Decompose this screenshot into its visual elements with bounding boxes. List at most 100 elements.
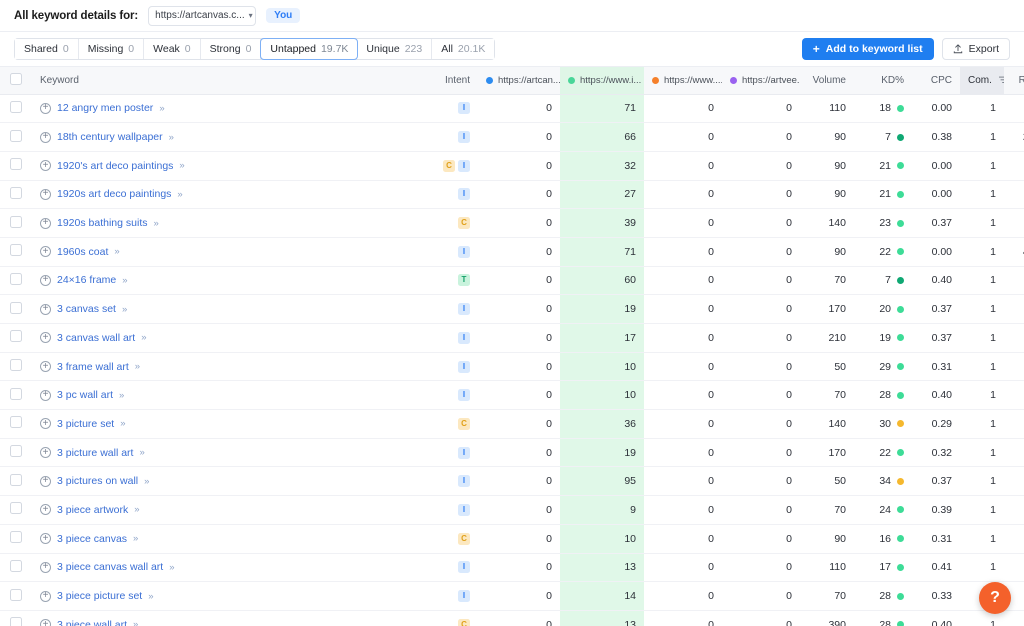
table-row[interactable]: 3 pc wall art » I 0 10 0 0 70 28 0.40 1 383M — [0, 380, 1024, 410]
add-keyword-icon[interactable] — [40, 533, 51, 545]
column-header-keyword[interactable]: Keyword — [32, 67, 416, 95]
intent-badge-i[interactable]: I — [458, 561, 470, 574]
row-select-cell[interactable] — [0, 295, 32, 324]
domain-select[interactable]: https://artcanvas.c... ▾ — [148, 5, 257, 26]
table-row[interactable]: 3 picture wall art » I 0 19 0 0 170 22 0.32 1 1.9B — [0, 438, 1024, 467]
keyword-link[interactable]: 3 piece canvas wall art — [57, 561, 163, 573]
intent-badge-c[interactable]: C — [458, 217, 470, 230]
column-header-intent[interactable]: Intent — [416, 67, 478, 95]
column-header-domain-3[interactable]: https://www.... — [644, 67, 722, 95]
add-keyword-icon[interactable] — [40, 361, 51, 373]
table-row[interactable]: 3 pictures on wall » I 0 95 0 0 50 34 0.37 1 1.9B — [0, 466, 1024, 496]
add-keyword-icon[interactable] — [40, 102, 51, 114]
segment-filter-strong[interactable]: Strong 0 — [200, 39, 262, 59]
keyword-expand-icon[interactable]: » — [114, 246, 119, 257]
add-keyword-icon[interactable] — [40, 217, 51, 229]
intent-badge-i[interactable]: I — [458, 303, 470, 316]
row-select-cell[interactable] — [0, 610, 32, 626]
keyword-expand-icon[interactable]: » — [134, 504, 139, 515]
row-select-cell[interactable] — [0, 410, 32, 439]
segment-filter-all[interactable]: All 20.1K — [432, 39, 495, 59]
row-select-cell[interactable] — [0, 209, 32, 238]
keyword-link[interactable]: 1920s bathing suits — [57, 217, 147, 229]
intent-badge-i[interactable]: I — [458, 360, 470, 373]
keyword-link[interactable]: 3 pc wall art — [57, 389, 113, 401]
segment-filter-weak[interactable]: Weak 0 — [144, 39, 201, 59]
row-checkbox[interactable] — [10, 158, 22, 171]
intent-badge-i[interactable]: I — [458, 245, 470, 258]
row-checkbox[interactable] — [10, 330, 22, 343]
table-row[interactable]: 3 piece canvas » C 0 10 0 0 90 16 0.31 1 148M — [0, 524, 1024, 553]
row-checkbox[interactable] — [10, 445, 22, 458]
table-row[interactable]: 1960s coat » I 0 71 0 0 90 22 0.00 1 40.9M — [0, 237, 1024, 267]
segment-filter-missing[interactable]: Missing 0 — [78, 39, 145, 59]
keyword-link[interactable]: 3 canvas wall art — [57, 332, 135, 344]
row-select-cell[interactable] — [0, 266, 32, 295]
row-checkbox[interactable] — [10, 301, 22, 314]
add-keyword-icon[interactable] — [40, 447, 51, 459]
row-select-cell[interactable] — [0, 324, 32, 353]
add-keyword-icon[interactable] — [40, 504, 51, 516]
intent-badge-c[interactable]: C — [443, 159, 455, 172]
table-row[interactable]: 1920s art deco paintings » I 0 27 0 0 90 21 0.00 1… — [0, 180, 1024, 209]
row-select-cell[interactable] — [0, 94, 32, 123]
segment-filter-untapped[interactable]: Untapped 19.7K — [260, 38, 359, 60]
intent-badge-i[interactable]: I — [458, 102, 470, 115]
column-header-com[interactable]: Com. — [960, 67, 1004, 95]
table-row[interactable]: 3 canvas wall art » I 0 17 0 0 210 19 0.37 1 181M — [0, 323, 1024, 353]
row-select-cell[interactable] — [0, 438, 32, 467]
intent-badge-i[interactable]: I — [458, 503, 470, 516]
keyword-expand-icon[interactable]: » — [179, 160, 184, 171]
keyword-link[interactable]: 24×16 frame — [57, 274, 116, 286]
help-button[interactable]: ? — [979, 582, 1011, 614]
row-checkbox[interactable] — [10, 387, 22, 400]
intent-badge-i[interactable]: I — [458, 131, 470, 144]
row-checkbox[interactable] — [10, 531, 22, 544]
intent-badge-i[interactable]: I — [458, 446, 470, 459]
keyword-expand-icon[interactable]: » — [169, 132, 174, 143]
keyword-link[interactable]: 3 canvas set — [57, 303, 116, 315]
row-select-cell[interactable] — [0, 467, 32, 496]
row-checkbox[interactable] — [10, 559, 22, 572]
select-all-header[interactable] — [0, 67, 32, 95]
column-header-domain-2[interactable]: https://www.i... — [560, 67, 644, 95]
add-keyword-icon[interactable] — [40, 188, 51, 200]
intent-badge-c[interactable]: C — [458, 618, 470, 626]
add-keyword-icon[interactable] — [40, 131, 51, 143]
keyword-expand-icon[interactable]: » — [141, 332, 146, 343]
table-row[interactable]: 12 angry men poster » I 0 71 0 0 110 18 0.00 1 57M — [0, 94, 1024, 123]
keyword-link[interactable]: 3 pictures on wall — [57, 475, 138, 487]
keyword-expand-icon[interactable]: » — [148, 591, 153, 602]
row-checkbox[interactable] — [10, 416, 22, 429]
keyword-link[interactable]: 1920s art deco paintings — [57, 188, 171, 200]
keyword-link[interactable]: 1960s coat — [57, 246, 108, 258]
intent-badge-i[interactable]: I — [458, 590, 470, 603]
table-row[interactable]: 3 piece wall art»C01300390280.4012.2B — [0, 610, 1024, 626]
row-select-cell[interactable] — [0, 524, 32, 553]
keyword-expand-icon[interactable]: » — [144, 476, 149, 487]
table-row[interactable]: 3 picture set » C 0 36 0 0 140 30 0.29 1 8.5B — [0, 409, 1024, 439]
column-header-volume[interactable]: Volume — [800, 67, 854, 95]
keyword-link[interactable]: 3 frame wall art — [57, 361, 129, 373]
keyword-expand-icon[interactable]: » — [135, 361, 140, 372]
select-all-checkbox[interactable] — [10, 72, 22, 85]
row-select-cell[interactable] — [0, 237, 32, 266]
keyword-expand-icon[interactable]: » — [122, 304, 127, 315]
row-checkbox[interactable] — [10, 502, 22, 515]
add-keyword-icon[interactable] — [40, 274, 51, 286]
keyword-link[interactable]: 3 piece artwork — [57, 504, 128, 516]
segment-filter-shared[interactable]: Shared 0 — [15, 39, 79, 59]
keyword-link[interactable]: 3 piece canvas — [57, 533, 127, 545]
row-select-cell[interactable] — [0, 582, 32, 611]
keyword-expand-icon[interactable]: » — [119, 390, 124, 401]
add-keyword-icon[interactable] — [40, 590, 51, 602]
row-select-cell[interactable] — [0, 151, 32, 180]
add-keyword-icon[interactable] — [40, 332, 51, 344]
intent-badge-i[interactable]: I — [458, 389, 470, 402]
keyword-expand-icon[interactable]: » — [169, 562, 174, 573]
table-row[interactable]: 3 piece artwork»I090070240.391204M — [0, 495, 1024, 525]
row-select-cell[interactable] — [0, 381, 32, 410]
column-header-results[interactable]: Results — [1004, 67, 1024, 95]
keyword-link[interactable]: 3 picture wall art — [57, 447, 133, 459]
keyword-expand-icon[interactable]: » — [153, 218, 158, 229]
